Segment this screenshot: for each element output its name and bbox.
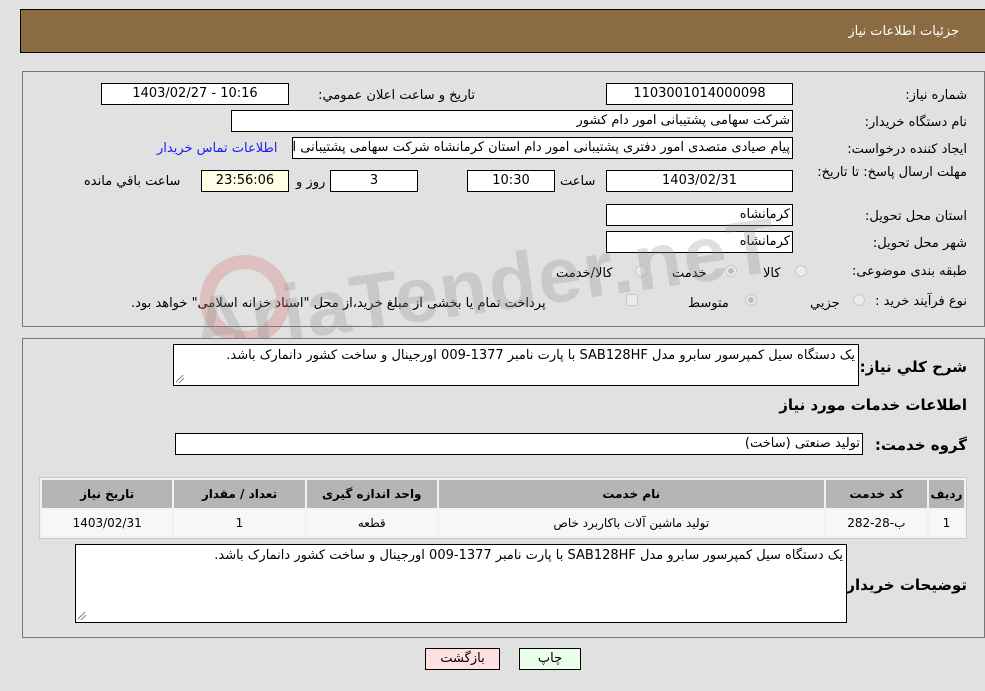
need-number-field: 1103001014000098 bbox=[606, 83, 793, 105]
service-group-field: تولید صنعتی (ساخت) bbox=[175, 433, 863, 455]
deadline-time-field: 10:30 bbox=[467, 170, 555, 192]
creator-label: ايجاد کننده درخواست: bbox=[847, 142, 967, 157]
category-option-goods-service: کالا/خدمت bbox=[556, 266, 613, 281]
buyer-notes-text: یک دستگاه سیل کمپرسور سابرو مدل SAB128HF… bbox=[214, 548, 843, 563]
process-radio-medium[interactable] bbox=[745, 294, 757, 306]
resize-handle-icon[interactable] bbox=[78, 612, 86, 620]
page-header: جزئیات اطلاعات نیاز bbox=[20, 9, 985, 53]
buyer-notes-label: توضيحات خريدار: bbox=[840, 576, 967, 594]
service-group-label: گروه خدمت: bbox=[874, 436, 967, 454]
process-label: نوع فرآيند خريد : bbox=[875, 294, 967, 309]
need-number-label: شماره نیاز: bbox=[905, 88, 967, 103]
col-need-date: تاريخ نياز bbox=[42, 480, 173, 508]
description-textarea[interactable]: یک دستگاه سیل کمپرسور سابرو مدل SAB128HF… bbox=[173, 344, 859, 386]
days-label: روز و bbox=[296, 175, 326, 190]
process-option-minor: جزيي bbox=[810, 296, 840, 311]
table-row: 1 ب-28-282 تولید ماشین آلات باکاربرد خاص… bbox=[42, 510, 964, 536]
col-service-code: کد خدمت bbox=[825, 480, 927, 508]
table-header-row: رديف کد خدمت نام خدمت واحد اندازه گيری ت… bbox=[42, 480, 964, 508]
cell-row: 1 bbox=[928, 510, 964, 536]
page-title: جزئیات اطلاعات نیاز bbox=[848, 24, 959, 39]
col-service-name: نام خدمت bbox=[438, 480, 824, 508]
category-radio-goods[interactable] bbox=[795, 265, 807, 277]
cell-unit: قطعه bbox=[306, 510, 437, 536]
col-row: رديف bbox=[928, 480, 964, 508]
buyer-contact-link[interactable]: اطلاعات تماس خريدار bbox=[157, 141, 277, 156]
days-field: 3 bbox=[330, 170, 418, 192]
col-quantity: تعداد / مقدار bbox=[174, 480, 305, 508]
process-option-medium: متوسط bbox=[688, 296, 729, 311]
remaining-time-field: 23:56:06 bbox=[201, 170, 289, 192]
back-button[interactable]: بازگشت bbox=[425, 648, 500, 670]
province-field: کرمانشاه bbox=[606, 204, 793, 226]
deadline-label: مهلت ارسال پاسخ: تا تاريخ: bbox=[817, 165, 967, 180]
cell-need-date: 1403/02/31 bbox=[42, 510, 173, 536]
cell-quantity: 1 bbox=[174, 510, 305, 536]
treasury-checkbox[interactable] bbox=[626, 294, 638, 306]
cell-service-name: تولید ماشین آلات باکاربرد خاص bbox=[438, 510, 824, 536]
services-section-title: اطلاعات خدمات مورد نياز bbox=[779, 396, 967, 414]
treasury-note: پرداخت تمام يا بخشی از مبلغ خريد،از محل … bbox=[131, 296, 546, 311]
deadline-date-field: 1403/02/31 bbox=[606, 170, 793, 192]
col-unit: واحد اندازه گيری bbox=[306, 480, 437, 508]
description-text: یک دستگاه سیل کمپرسور سابرو مدل SAB128HF… bbox=[226, 348, 855, 363]
city-label: شهر محل تحويل: bbox=[872, 236, 967, 251]
services-table: رديف کد خدمت نام خدمت واحد اندازه گيری ت… bbox=[39, 477, 967, 539]
buyer-org-field: شرکت سهامی پشتیبانی امور دام کشور bbox=[231, 110, 793, 132]
deadline-time-label: ساعت bbox=[560, 174, 596, 189]
city-field: کرمانشاه bbox=[606, 231, 793, 253]
buyer-org-label: نام دستگاه خريدار: bbox=[864, 115, 967, 130]
description-label: شرح کلي نياز: bbox=[859, 358, 967, 376]
print-button[interactable]: چاپ bbox=[519, 648, 581, 670]
remaining-label: ساعت باقي مانده bbox=[84, 174, 181, 189]
announce-label: تاريخ و ساعت اعلان عمومي: bbox=[318, 88, 475, 103]
creator-field: پیام صیادی متصدی امور دفتری پشتیبانی امو… bbox=[292, 137, 793, 159]
category-option-service: خدمت bbox=[672, 266, 707, 281]
buyer-notes-textarea[interactable]: یک دستگاه سیل کمپرسور سابرو مدل SAB128HF… bbox=[75, 544, 847, 623]
category-option-goods: کالا bbox=[763, 266, 781, 281]
process-radio-minor[interactable] bbox=[853, 294, 865, 306]
category-radio-service[interactable] bbox=[725, 265, 737, 277]
announce-field: 1403/02/27 - 10:16 bbox=[101, 83, 289, 105]
province-label: استان محل تحويل: bbox=[865, 209, 967, 224]
resize-handle-icon[interactable] bbox=[176, 375, 184, 383]
category-radio-goods-service[interactable] bbox=[635, 265, 647, 277]
cell-service-code: ب-28-282 bbox=[825, 510, 927, 536]
category-label: طبقه بندی موضوعی: bbox=[851, 264, 967, 279]
